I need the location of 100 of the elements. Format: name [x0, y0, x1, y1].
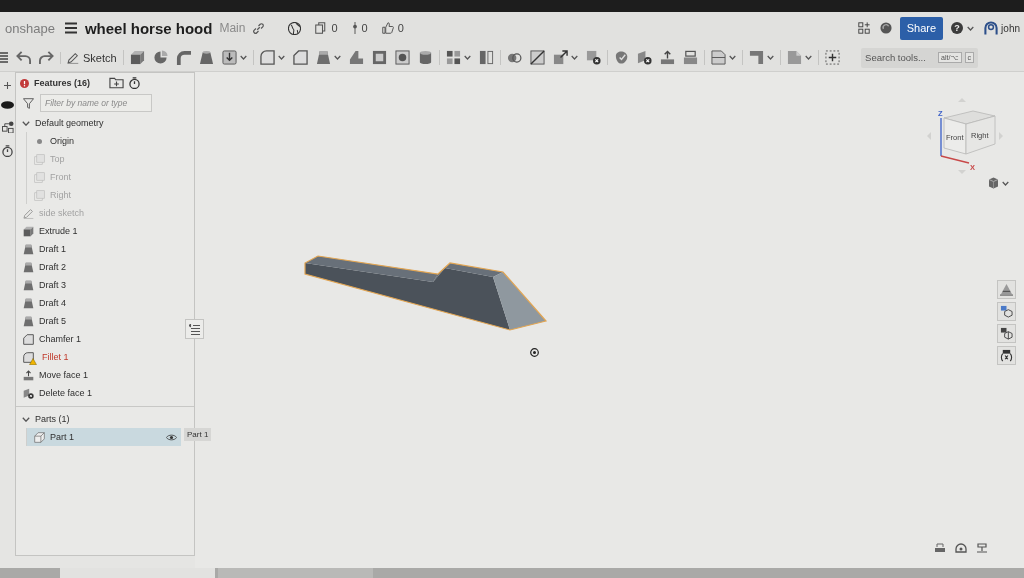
caret-icon[interactable]: [239, 55, 247, 60]
box-icon: [23, 225, 34, 237]
tree-item[interactable]: Draft 3: [16, 276, 181, 294]
bevel-box-icon[interactable]: [292, 50, 308, 65]
dome-icon[interactable]: [955, 543, 967, 553]
caret-icon[interactable]: [277, 55, 285, 60]
filter-field[interactable]: Filter by name or type: [40, 94, 152, 112]
panel-icon[interactable]: [710, 50, 726, 65]
box-x-icon[interactable]: [585, 50, 601, 65]
stand-icon[interactable]: [976, 543, 988, 553]
tree-folder[interactable]: Parts (1): [16, 410, 181, 428]
tree-item[interactable]: Fillet 1: [16, 348, 181, 366]
pencil-icon: [67, 51, 79, 64]
wedge-icon: [23, 243, 34, 255]
wedge-icon: [23, 279, 34, 291]
mirror-icon[interactable]: [478, 50, 494, 65]
box-icon[interactable]: [129, 50, 145, 65]
tree-item[interactable]: Draft 5: [16, 312, 181, 330]
hole-icon[interactable]: [394, 50, 410, 65]
circles-icon[interactable]: [506, 52, 522, 63]
split-cube-icon: [1000, 327, 1013, 340]
chevron-icon[interactable]: [22, 416, 30, 422]
document-title: wheel horse hood: [84, 19, 213, 37]
pipe-icon[interactable]: [175, 50, 191, 65]
view-cube[interactable]: [943, 110, 996, 155]
face-x-icon[interactable]: [636, 50, 652, 65]
toolbar-button[interactable]: [997, 346, 1016, 365]
folder-plus-icon[interactable]: [109, 77, 124, 89]
move-box-icon[interactable]: [552, 50, 568, 65]
share-button[interactable]: Share: [899, 16, 944, 40]
stat-count: 0: [361, 22, 368, 34]
disc-icon[interactable]: [879, 22, 892, 34]
stopwatch-icon[interactable]: [129, 77, 140, 89]
pie-icon[interactable]: [152, 50, 168, 65]
undo-icon[interactable]: [16, 50, 31, 65]
pages-icon[interactable]: [315, 22, 328, 34]
globe-icon[interactable]: [288, 21, 302, 35]
dashed-plus-icon[interactable]: [824, 50, 840, 65]
redo-icon[interactable]: [39, 50, 54, 65]
dot-icon: [37, 138, 42, 144]
tree-item[interactable]: Part 1: [27, 428, 181, 446]
caret-icon[interactable]: [570, 55, 578, 60]
oval-icon[interactable]: [1, 101, 14, 109]
cone-icon[interactable]: [198, 50, 214, 65]
eye-icon[interactable]: [166, 433, 177, 441]
search-field[interactable]: Search tools...: [861, 47, 938, 68]
plus-icon[interactable]: [4, 82, 11, 89]
caret-icon[interactable]: [766, 55, 774, 60]
tree-item[interactable]: Extrude 1: [16, 222, 181, 240]
caret-icon[interactable]: [463, 55, 471, 60]
help-button[interactable]: ?: [951, 22, 964, 34]
toolbar-button[interactable]: [997, 324, 1016, 343]
warning-icon: [29, 357, 37, 365]
pin-icon[interactable]: [351, 22, 358, 34]
tree-item[interactable]: Draft 4: [16, 294, 181, 312]
list-icon[interactable]: [0, 52, 8, 63]
caret-icon[interactable]: [728, 55, 736, 60]
grid-icon[interactable]: [445, 50, 461, 65]
tree-item[interactable]: Draft 1: [16, 240, 181, 258]
tree-item[interactable]: Move face 1: [16, 366, 181, 384]
split-box-icon[interactable]: [529, 50, 545, 65]
brackets-icon: [1000, 349, 1013, 362]
panel-toggle-button[interactable]: [185, 319, 204, 339]
panel-title: Features (16): [34, 78, 92, 88]
menu-icon[interactable]: [64, 22, 77, 34]
filter-icon[interactable]: [23, 97, 34, 109]
stat-count: 0: [397, 22, 404, 34]
cube-icon[interactable]: [988, 177, 999, 189]
toolbar-button[interactable]: [997, 302, 1016, 321]
tree-folder[interactable]: Default geometry: [16, 114, 181, 132]
tray-icon[interactable]: [934, 543, 946, 553]
chevron-icon[interactable]: [22, 120, 30, 126]
sketch-button[interactable]: Sketch: [67, 51, 117, 64]
caret-icon[interactable]: [1002, 180, 1009, 186]
tree-item[interactable]: Delete face 1: [16, 384, 181, 402]
fin-icon[interactable]: [348, 50, 364, 65]
tree-item[interactable]: Chamfer 1: [16, 330, 181, 348]
wedge-icon[interactable]: [315, 50, 331, 65]
tree-item[interactable]: Origin: [27, 132, 181, 150]
corner-icon[interactable]: [748, 50, 764, 65]
tree-item[interactable]: Draft 2: [16, 258, 181, 276]
cylinder-icon[interactable]: [417, 50, 433, 65]
shield-check-icon[interactable]: [613, 50, 629, 65]
link-icon[interactable]: [253, 22, 265, 34]
square-cube-icon: [1000, 305, 1013, 318]
error-icon: [20, 78, 29, 88]
caret-icon[interactable]: [967, 25, 975, 31]
caret-icon[interactable]: [333, 55, 341, 60]
caret-icon[interactable]: [804, 55, 812, 60]
tray-arrow-icon[interactable]: [659, 50, 675, 65]
user-name[interactable]: john: [1001, 22, 1020, 34]
plane-icon: [34, 171, 45, 183]
stopwatch-icon[interactable]: [2, 145, 13, 157]
user-icon[interactable]: [984, 20, 999, 36]
hollow-box-icon[interactable]: [371, 50, 387, 65]
apps-plus-icon[interactable]: [857, 22, 870, 34]
rounded-box-icon[interactable]: [259, 50, 275, 65]
thumbs-up-icon[interactable]: [381, 22, 394, 34]
stack-icon[interactable]: [682, 50, 698, 65]
nodes-icon[interactable]: [1, 121, 14, 133]
